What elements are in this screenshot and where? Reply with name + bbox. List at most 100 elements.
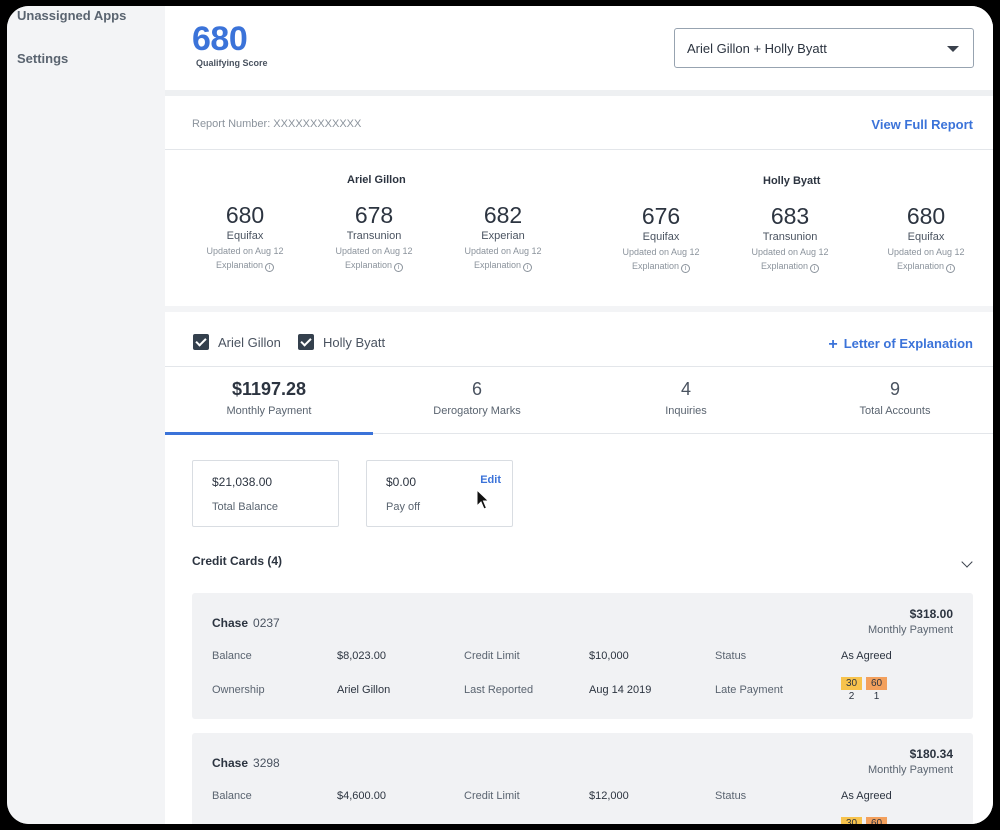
account-payment: $180.34 bbox=[909, 747, 953, 761]
ownership-label: Ownership bbox=[212, 684, 265, 696]
total-balance-label: Total Balance bbox=[212, 501, 279, 513]
tab-value: 9 bbox=[889, 379, 900, 399]
explanation-label: Explanation bbox=[215, 260, 264, 270]
checkbox-label: Ariel Gillon bbox=[218, 334, 281, 350]
credit-limit-label: Credit Limit bbox=[464, 650, 520, 662]
bureau-updated: Updated on Aug 12 bbox=[622, 247, 700, 257]
balance-label: Balance bbox=[212, 790, 252, 802]
bureau-score: 680 Equifax Updated on Aug 12 Explanatio… bbox=[871, 203, 981, 273]
late-30-days: 30 bbox=[841, 817, 862, 824]
app-window: Unassigned Apps Settings 680 Qualifying … bbox=[7, 6, 993, 824]
qualifying-score-value: 680 bbox=[192, 20, 248, 58]
account-payment-label: Monthly Payment bbox=[868, 624, 953, 636]
tab-derogatory-marks[interactable]: 6 Derogatory Marks bbox=[373, 367, 581, 434]
explanation-link[interactable]: Explanation i bbox=[190, 260, 300, 272]
filter-checkbox-ariel[interactable]: Ariel Gillon bbox=[193, 332, 281, 352]
tab-monthly-payment[interactable]: $1197.28 Monthly Payment bbox=[165, 367, 373, 435]
tab-label: Monthly Payment bbox=[226, 405, 312, 417]
info-icon: i bbox=[523, 263, 533, 272]
main-content: 680 Qualifying Score Ariel Gillon + Holl… bbox=[165, 6, 993, 824]
checkbox-label: Holly Byatt bbox=[323, 334, 386, 350]
person-name: Ariel Gillon bbox=[347, 174, 406, 186]
account-title: Chase 3298 bbox=[212, 756, 280, 770]
explanation-label: Explanation bbox=[896, 261, 945, 271]
tab-inquiries[interactable]: 4 Inquiries bbox=[582, 367, 790, 434]
score-header: 680 Qualifying Score Ariel Gillon + Holl… bbox=[165, 6, 993, 90]
mouse-cursor-icon bbox=[476, 489, 490, 510]
ownership-value: Ariel Gillon bbox=[337, 684, 391, 696]
tab-value: 4 bbox=[680, 379, 691, 399]
account-card[interactable]: Chase 3298 $180.34 Monthly Payment Balanc… bbox=[192, 733, 973, 824]
explanation-link[interactable]: Explanation i bbox=[735, 261, 845, 273]
info-icon: i bbox=[810, 264, 820, 273]
sidebar-item-settings[interactable]: Settings bbox=[17, 51, 68, 66]
person-name: Holly Byatt bbox=[763, 175, 821, 187]
bureau-updated: Updated on Aug 12 bbox=[206, 246, 284, 256]
bureau-score-value: 678 bbox=[354, 202, 394, 228]
late-30-count: 2 bbox=[848, 691, 855, 702]
late-30-days: 30 bbox=[841, 677, 862, 690]
section-gap bbox=[165, 90, 993, 96]
bureau-name: Equifax bbox=[907, 231, 945, 243]
balance-label: Balance bbox=[212, 650, 252, 662]
balance-value: $4,600.00 bbox=[337, 790, 386, 802]
sidebar-item-unassigned-apps[interactable]: Unassigned Apps bbox=[17, 8, 126, 23]
bureau-updated: Updated on Aug 12 bbox=[751, 247, 829, 257]
filter-checkbox-holly[interactable]: Holly Byatt bbox=[298, 332, 385, 352]
bureau-name: Transunion bbox=[762, 231, 818, 243]
late-30-badge: 30 2 bbox=[841, 677, 862, 702]
late-30-badge: 30 bbox=[841, 817, 862, 824]
tab-total-accounts[interactable]: 9 Total Accounts bbox=[791, 367, 993, 434]
bureau-score: 682 Experian Updated on Aug 12 Explanati… bbox=[448, 202, 558, 272]
explanation-link[interactable]: Explanation i bbox=[871, 261, 981, 273]
bureau-score: 678 Transunion Updated on Aug 12 Explana… bbox=[319, 202, 429, 272]
applicant-select[interactable]: Ariel Gillon + Holly Byatt bbox=[674, 28, 974, 68]
bureau-updated: Updated on Aug 12 bbox=[887, 247, 965, 257]
checkbox-checked-icon bbox=[193, 334, 209, 350]
bureau-score-value: 683 bbox=[770, 203, 810, 229]
view-full-report-link[interactable]: View Full Report bbox=[871, 117, 973, 132]
bureau-score: 683 Transunion Updated on Aug 12 Explana… bbox=[735, 203, 845, 273]
summary-tabs: $1197.28 Monthly Payment 6 Derogatory Ma… bbox=[165, 366, 993, 435]
bureau-score-value: 676 bbox=[641, 203, 681, 229]
late-60-days: 60 bbox=[866, 677, 887, 690]
info-icon: i bbox=[394, 263, 404, 272]
bank-name: Chase bbox=[212, 616, 249, 630]
late-60-badge: 60 bbox=[866, 817, 887, 824]
status-label: Status bbox=[715, 650, 747, 662]
credit-limit-value: $10,000 bbox=[589, 650, 629, 662]
explanation-link[interactable]: Explanation i bbox=[448, 260, 558, 272]
explanation-label: Explanation bbox=[344, 260, 393, 270]
explanation-link[interactable]: Explanation i bbox=[606, 261, 716, 273]
explanation-label: Explanation bbox=[631, 261, 680, 271]
bureau-updated: Updated on Aug 12 bbox=[335, 246, 413, 256]
plus-icon: + bbox=[828, 336, 838, 353]
account-card[interactable]: Chase 0237 $318.00 Monthly Payment Balanc… bbox=[192, 593, 973, 719]
accounts-panel: Ariel Gillon Holly Byatt + Letter of Expl… bbox=[165, 312, 993, 824]
late-60-badge: 60 1 bbox=[866, 677, 887, 702]
bureau-name: Transunion bbox=[346, 230, 402, 242]
checkbox-checked-icon bbox=[298, 334, 314, 350]
explanation-link[interactable]: Explanation i bbox=[319, 260, 429, 272]
explanation-label: Explanation bbox=[760, 261, 809, 271]
payoff-card: $0.00 Pay off Edit bbox=[366, 460, 513, 527]
applicant-select-value: Ariel Gillon + Holly Byatt bbox=[687, 41, 827, 56]
tab-value: 6 bbox=[471, 379, 482, 399]
late-payment-badges: 30 60 bbox=[841, 817, 887, 824]
late-60-days: 60 bbox=[866, 817, 887, 824]
bureau-name: Equifax bbox=[226, 230, 264, 242]
account-payment: $318.00 bbox=[909, 607, 953, 621]
bank-name: Chase bbox=[212, 756, 249, 770]
letter-of-explanation-button[interactable]: + Letter of Explanation bbox=[828, 336, 973, 354]
tab-label: Inquiries bbox=[665, 405, 707, 417]
explanation-label: Explanation bbox=[473, 260, 522, 270]
chevron-down-icon[interactable] bbox=[961, 556, 973, 568]
edit-payoff-button[interactable]: Edit bbox=[480, 474, 501, 486]
status-label: Status bbox=[715, 790, 747, 802]
bureau-score: 676 Equifax Updated on Aug 12 Explanatio… bbox=[606, 203, 716, 273]
late-payment-badges: 30 2 60 1 bbox=[841, 677, 887, 702]
bureau-updated: Updated on Aug 12 bbox=[464, 246, 542, 256]
credit-limit-value: $12,000 bbox=[589, 790, 629, 802]
caret-down-icon bbox=[947, 46, 959, 52]
bureau-score-value: 682 bbox=[483, 202, 523, 228]
